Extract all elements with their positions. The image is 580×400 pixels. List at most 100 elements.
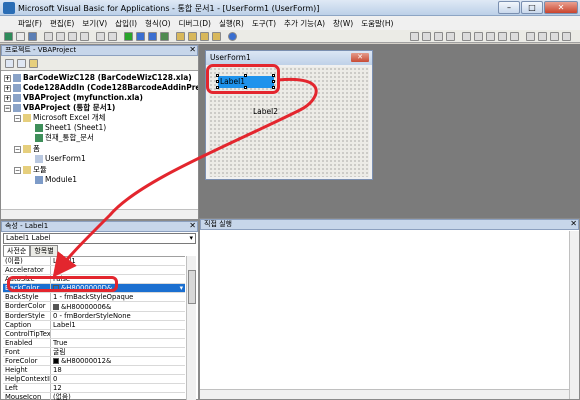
maximize-button[interactable]: □ [521, 1, 543, 14]
properties-window-icon[interactable] [188, 32, 197, 41]
excel-icon[interactable] [4, 32, 13, 41]
tree-item-code128[interactable]: +Code128AddIn (Code128BarcodeAddinPrepen… [4, 83, 198, 93]
menu-format[interactable]: 형식(O) [141, 18, 175, 29]
break-icon[interactable] [136, 32, 145, 41]
reset-icon[interactable] [148, 32, 157, 41]
close-icon[interactable]: ✕ [570, 219, 577, 228]
property-value[interactable]: 0 [51, 375, 185, 383]
property-value[interactable] [51, 330, 185, 338]
property-row[interactable]: MouseIcon (없음) [3, 393, 185, 400]
project-hscrollbar[interactable] [1, 209, 198, 219]
tree-item-modules[interactable]: − 모듈 [14, 165, 47, 175]
align-icon[interactable] [526, 32, 535, 41]
property-value[interactable]: 12 [51, 384, 185, 392]
tree-item-vbaproject[interactable]: − VBAProject (통합 문서1) [4, 103, 115, 113]
close-icon[interactable]: ✕ [189, 221, 196, 230]
menu-window[interactable]: 창(W) [329, 18, 357, 29]
expand-icon[interactable]: + [4, 84, 11, 92]
bookmark-icon[interactable] [474, 32, 483, 41]
immediate-vscrollbar[interactable] [569, 231, 579, 399]
immediate-window[interactable]: 직접 실행 ✕ [199, 218, 580, 400]
outdent-icon[interactable] [446, 32, 455, 41]
immediate-hscrollbar[interactable] [200, 389, 569, 399]
property-row[interactable]: ControlTipText [3, 329, 185, 339]
minimize-button[interactable]: – [498, 1, 520, 14]
menu-edit[interactable]: 편집(E) [46, 18, 78, 29]
insert-form-icon[interactable] [16, 32, 25, 41]
menu-insert[interactable]: 삽입(I) [111, 18, 141, 29]
indent-icon[interactable] [434, 32, 443, 41]
property-value[interactable] [51, 266, 185, 274]
scroll-thumb[interactable] [188, 270, 196, 304]
tree-item-sheet1[interactable]: Sheet1 (Sheet1) [35, 123, 106, 133]
toggle-folders-icon[interactable] [29, 59, 38, 68]
chevron-down-icon[interactable]: ▾ [180, 284, 185, 292]
zoom-icon[interactable] [562, 32, 571, 41]
property-row[interactable]: Left 12 [3, 384, 185, 394]
collapse-icon[interactable]: − [4, 104, 11, 112]
menu-help[interactable]: 도움말(H) [357, 18, 397, 29]
cut-icon[interactable] [44, 32, 53, 41]
tab-alphabetic[interactable]: 사전순 [3, 245, 31, 256]
copy-icon[interactable] [56, 32, 65, 41]
help-icon[interactable] [228, 32, 237, 41]
property-value[interactable]: True [51, 339, 185, 347]
view-object-icon[interactable] [17, 59, 26, 68]
property-row[interactable]: HelpContextID 0 [3, 375, 185, 385]
properties-vscrollbar[interactable] [186, 256, 196, 400]
label2-control[interactable]: Label2 [253, 107, 278, 116]
property-row[interactable]: ForeColor &H80000012& [3, 357, 185, 367]
comment-block-icon[interactable] [410, 32, 419, 41]
redo-icon[interactable] [108, 32, 117, 41]
close-icon[interactable]: ✕ [189, 45, 196, 54]
tree-item-excel-objects[interactable]: − Microsoft Excel 개체 [14, 113, 106, 123]
save-icon[interactable] [28, 32, 37, 41]
object-selector[interactable]: Label1 Label ▾ [3, 233, 196, 244]
next-bookmark-icon[interactable] [486, 32, 495, 41]
property-value[interactable]: 18 [51, 366, 185, 374]
clear-bookmarks-icon[interactable] [510, 32, 519, 41]
property-row[interactable]: Accelerator [3, 266, 185, 276]
view-code-icon[interactable] [5, 59, 14, 68]
property-value[interactable]: 1 - fmBackStyleOpaque [51, 293, 185, 301]
property-row[interactable]: Enabled True [3, 338, 185, 348]
collapse-icon[interactable]: − [14, 145, 21, 153]
tree-item-myfunction[interactable]: + VBAProject (myfunction.xla) [4, 93, 143, 103]
project-explorer-icon[interactable] [176, 32, 185, 41]
property-row[interactable]: (이름) Label1 [3, 257, 185, 267]
property-value[interactable]: 0 - fmBorderStyleNone [51, 312, 185, 320]
design-mode-icon[interactable] [160, 32, 169, 41]
property-row[interactable]: Font 굴림 [3, 347, 185, 358]
menu-file[interactable]: 파일(F) [14, 18, 46, 29]
collapse-icon[interactable]: − [14, 114, 21, 122]
tree-item-module1[interactable]: Module1 [35, 175, 77, 185]
property-value[interactable]: Label1 [51, 321, 185, 329]
run-icon[interactable] [124, 32, 133, 41]
size-icon[interactable] [538, 32, 547, 41]
menu-view[interactable]: 보기(V) [78, 18, 111, 29]
tree-item-userform1[interactable]: UserForm1 [35, 154, 86, 164]
property-row[interactable]: BackStyle 1 - fmBackStyleOpaque [3, 293, 185, 303]
tree-item-thisworkbook[interactable]: 현재_통합_문서 [35, 133, 94, 143]
close-button[interactable]: ✕ [544, 1, 578, 14]
property-value[interactable]: &H80000012& [51, 357, 185, 365]
menu-addins[interactable]: 추가 기능(A) [280, 18, 329, 29]
menu-run[interactable]: 실행(R) [215, 18, 248, 29]
property-row[interactable]: BorderColor &H80000006& [3, 302, 185, 312]
tree-item-barcodewiz[interactable]: + BarCodeWizC128 (BarCodeWizC128.xla) [4, 73, 192, 83]
collapse-icon[interactable]: − [14, 166, 21, 174]
property-row[interactable]: Height 18 [3, 366, 185, 376]
uncomment-block-icon[interactable] [422, 32, 431, 41]
expand-icon[interactable]: + [4, 74, 11, 82]
tree-item-forms[interactable]: − 폼 [14, 144, 40, 154]
expand-icon[interactable]: + [4, 94, 11, 102]
menu-debug[interactable]: 디버그(D) [175, 18, 215, 29]
object-browser-icon[interactable] [200, 32, 209, 41]
find-icon[interactable] [80, 32, 89, 41]
menu-tools[interactable]: 도구(T) [248, 18, 280, 29]
group-icon[interactable] [550, 32, 559, 41]
property-value[interactable]: &H80000006& [51, 302, 185, 311]
toggle-breakpoint-icon[interactable] [462, 32, 471, 41]
property-row[interactable]: BorderStyle 0 - fmBorderStyleNone [3, 311, 185, 321]
property-row[interactable]: Caption Label1 [3, 320, 185, 330]
